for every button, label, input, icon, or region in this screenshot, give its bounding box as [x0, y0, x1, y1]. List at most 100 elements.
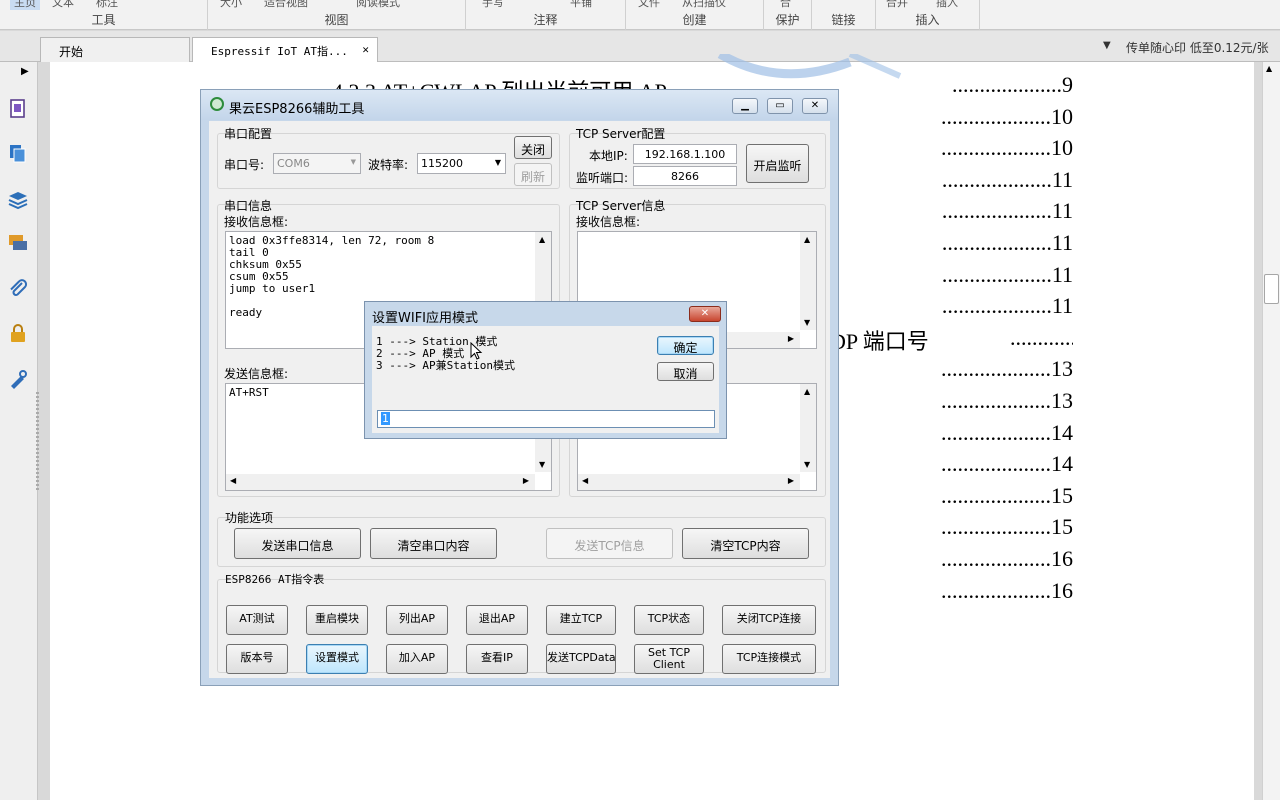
- scroll-up-arrow-icon[interactable]: ▲: [1266, 64, 1272, 73]
- at-command-button[interactable]: 列出AP: [386, 605, 448, 635]
- toc-leader-dots: ....................: [941, 230, 1052, 255]
- ribbon-item-tile[interactable]: 平铺: [570, 0, 592, 10]
- tab-list-dropdown-icon[interactable]: ▼: [1103, 40, 1111, 51]
- scroll-right-arrow-icon[interactable]: ▶: [788, 334, 794, 343]
- ribbon-item-reading-mode[interactable]: 阅读模式: [356, 0, 400, 10]
- at-command-button[interactable]: TCP状态: [634, 605, 704, 635]
- layers-icon[interactable]: [7, 188, 29, 210]
- at-command-button[interactable]: 加入AP: [386, 644, 448, 674]
- scroll-left-arrow-icon[interactable]: ◀: [582, 476, 588, 485]
- expand-panel-icon[interactable]: ▶: [21, 66, 29, 77]
- scrollbar-thumb[interactable]: [1264, 274, 1279, 304]
- sidebar-resize-handle[interactable]: [36, 392, 39, 492]
- pages-icon[interactable]: [7, 142, 29, 164]
- scroll-left-arrow-icon[interactable]: ◀: [230, 476, 236, 485]
- scroll-right-arrow-icon[interactable]: ▶: [788, 476, 794, 485]
- clear-serial-button[interactable]: 清空串口内容: [370, 528, 497, 559]
- toc-entry-row[interactable]: ....................11: [838, 262, 1073, 288]
- toc-entry-row[interactable]: ....................14: [838, 451, 1073, 477]
- listen-port-field[interactable]: 8266: [633, 166, 737, 186]
- ad-banner[interactable]: 传单随心印 低至0.12元/张: [1126, 39, 1269, 56]
- at-command-button[interactable]: 查看IP: [466, 644, 528, 674]
- at-command-button[interactable]: 重启模块: [306, 605, 368, 635]
- toc-entry-row[interactable]: ....................9: [838, 72, 1073, 98]
- local-ip-field[interactable]: 192.168.1.100: [633, 144, 737, 164]
- at-command-button[interactable]: 退出AP: [466, 605, 528, 635]
- tcp-recv-vscroll[interactable]: ▲ ▼: [800, 232, 816, 330]
- functions-label: 功能选项: [225, 511, 274, 525]
- scroll-up-arrow-icon[interactable]: ▲: [539, 235, 545, 244]
- ribbon-item-merge[interactable]: 合: [780, 0, 791, 10]
- ok-button[interactable]: 确定: [657, 336, 714, 355]
- ribbon-item-fit-view[interactable]: 适合视图: [264, 0, 308, 10]
- scroll-up-arrow-icon[interactable]: ▲: [804, 235, 810, 244]
- cancel-button[interactable]: 取消: [657, 362, 714, 381]
- at-command-button[interactable]: Set TCP Client: [634, 644, 704, 674]
- ribbon-item-insert[interactable]: 插入: [936, 0, 958, 10]
- toc-entry-row[interactable]: ....................11: [838, 167, 1073, 193]
- window-titlebar[interactable]: 果云ESP8266辅助工具 ▁ ▭ ✕: [201, 90, 838, 120]
- lock-icon[interactable]: [7, 322, 29, 344]
- at-command-button[interactable]: 建立TCP: [546, 605, 616, 635]
- scroll-down-arrow-icon[interactable]: ▼: [804, 460, 810, 469]
- mode-input-field[interactable]: 1: [377, 410, 715, 428]
- at-command-button[interactable]: 发送TCPData: [546, 644, 616, 674]
- ribbon-item-combine[interactable]: 合并: [886, 0, 908, 10]
- document-scrollbar[interactable]: ▲: [1262, 62, 1280, 800]
- toc-entry-row[interactable]: ....................16: [838, 578, 1073, 604]
- port-select[interactable]: COM6 ▼: [273, 153, 361, 174]
- scroll-down-arrow-icon[interactable]: ▼: [539, 460, 545, 469]
- toc-entry-row[interactable]: ....................11: [838, 293, 1073, 319]
- scroll-down-arrow-icon[interactable]: ▼: [804, 318, 810, 327]
- ribbon-item-file[interactable]: 文件: [638, 0, 660, 10]
- tcp-send-hscroll[interactable]: ◀ ▶: [578, 474, 800, 490]
- toc-leader-dots: ....................: [1010, 324, 1073, 350]
- toc-entry-row[interactable]: ....................10: [838, 104, 1073, 130]
- ribbon-item-size[interactable]: 大小: [220, 0, 242, 10]
- ribbon-item-callout[interactable]: 标注: [96, 0, 118, 10]
- at-command-button[interactable]: 关闭TCP连接: [722, 605, 816, 635]
- scroll-right-arrow-icon[interactable]: ▶: [523, 476, 529, 485]
- comments-icon[interactable]: [7, 232, 29, 254]
- toc-entry-row[interactable]: ....................12: [1010, 325, 1073, 351]
- toc-entry-row[interactable]: ....................11: [838, 230, 1073, 256]
- tab-home[interactable]: 开始: [40, 37, 190, 62]
- clear-tcp-button[interactable]: 清空TCP内容: [682, 528, 809, 559]
- send-serial-button[interactable]: 发送串口信息: [234, 528, 361, 559]
- at-command-button[interactable]: TCP连接模式: [722, 644, 816, 674]
- dialog-close-button[interactable]: ✕: [689, 306, 721, 322]
- toc-entry-row[interactable]: ....................10: [838, 135, 1073, 161]
- toc-entry-row[interactable]: ....................16: [838, 546, 1073, 572]
- toc-entry-row[interactable]: ....................13: [838, 356, 1073, 382]
- toc-entry-row[interactable]: ....................15: [838, 483, 1073, 509]
- at-command-button[interactable]: AT测试: [226, 605, 288, 635]
- ribbon-item-home[interactable]: 主页: [10, 0, 40, 10]
- toc-entry-row[interactable]: ....................11: [838, 198, 1073, 224]
- close-window-button[interactable]: ✕: [802, 98, 828, 114]
- ribbon-item-scanner[interactable]: 从扫描仪: [682, 0, 726, 10]
- tcp-send-vscroll[interactable]: ▲ ▼: [800, 384, 816, 472]
- signature-tools-icon[interactable]: [7, 368, 29, 390]
- send-tcp-button[interactable]: 发送TCP信息: [546, 528, 673, 559]
- refresh-button[interactable]: 刷新: [514, 163, 552, 186]
- close-port-button[interactable]: 关闭: [514, 136, 552, 159]
- start-listen-button[interactable]: 开启监听: [746, 144, 809, 183]
- ribbon-item-text[interactable]: 文本: [52, 0, 74, 10]
- minimize-button[interactable]: ▁: [732, 98, 758, 114]
- page-thumbnail-icon[interactable]: [7, 98, 29, 120]
- tab-document[interactable]: Espressif IoT AT指... ✕: [192, 37, 378, 62]
- serial-send-hscroll[interactable]: ◀ ▶: [226, 474, 535, 490]
- toc-entry-row[interactable]: ....................13: [838, 388, 1073, 414]
- dialog-titlebar[interactable]: 设置WIFI应用模式 ✕: [365, 302, 726, 326]
- scroll-up-arrow-icon[interactable]: ▲: [804, 387, 810, 396]
- toc-entry-row[interactable]: ....................15: [838, 514, 1073, 540]
- maximize-button[interactable]: ▭: [767, 98, 793, 114]
- at-command-button[interactable]: 设置模式: [306, 644, 368, 674]
- attachment-icon[interactable]: [7, 278, 29, 300]
- tab-close-icon[interactable]: ✕: [362, 43, 369, 56]
- ribbon-item-handwrite[interactable]: 手写: [482, 0, 504, 10]
- tcp-recv-label: 接收信息框:: [576, 215, 641, 229]
- toc-entry-row[interactable]: ....................14: [838, 420, 1073, 446]
- at-command-button[interactable]: 版本号: [226, 644, 288, 674]
- baud-select[interactable]: 115200 ▼: [417, 153, 506, 174]
